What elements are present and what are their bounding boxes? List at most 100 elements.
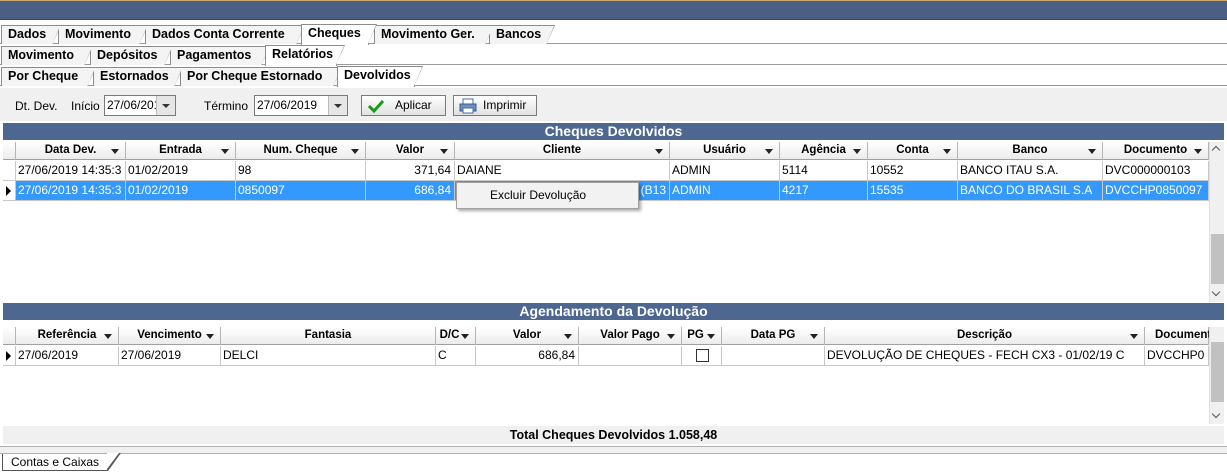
- col-num-cheque[interactable]: Num. Cheque: [236, 142, 366, 160]
- col-fantasia[interactable]: Fantasia: [221, 327, 436, 345]
- cell-dc: C: [436, 346, 476, 366]
- tab-movimento[interactable]: Movimento: [58, 25, 148, 45]
- scroll-thumb[interactable]: [1211, 234, 1224, 284]
- col-data-pg[interactable]: Data PG: [722, 327, 825, 345]
- sort-arrow-icon: [440, 149, 448, 154]
- cell-num-cheque: 98: [236, 161, 366, 181]
- cell-entrada: 01/02/2019: [126, 181, 236, 201]
- sort-arrow-icon: [111, 149, 119, 154]
- scroll-thumb[interactable]: [1211, 342, 1224, 402]
- printer-icon: [459, 98, 477, 114]
- sort-arrow-icon: [765, 149, 773, 154]
- tab-estornados[interactable]: Estornados: [93, 67, 183, 87]
- col-valor[interactable]: Valor: [366, 142, 455, 160]
- cell-valor: 371,64: [366, 161, 455, 181]
- col-documento-agend[interactable]: Document: [1145, 327, 1209, 345]
- total-cheques-devolvidos: Total Cheques Devolvidos 1.058,48: [3, 426, 1224, 444]
- cell-agencia: 5114: [780, 161, 868, 181]
- sort-arrow-icon: [667, 334, 675, 339]
- inicio-dropdown-icon[interactable]: [156, 96, 175, 115]
- cell-documento: DVCCHP0850097: [1103, 181, 1209, 201]
- cell-cliente: DAIANE: [455, 161, 670, 181]
- sort-arrow-icon: [461, 334, 469, 339]
- cell-usuario: ADMIN: [670, 181, 780, 201]
- devolvidos-scrollbar[interactable]: [1209, 142, 1224, 302]
- termino-label: Término: [204, 99, 249, 113]
- sort-arrow-icon: [707, 334, 715, 339]
- row-indicator-icon: [6, 351, 11, 361]
- tab-por-cheque-estornado[interactable]: Por Cheque Estornado: [180, 67, 342, 87]
- tab-devolvidos[interactable]: Devolvidos: [337, 66, 423, 87]
- cell-valor: 686,84: [366, 181, 455, 201]
- scroll-down-icon[interactable]: [1210, 287, 1225, 302]
- tab-pagamentos[interactable]: Pagamentos: [170, 46, 270, 66]
- cell-data-dev: 27/06/2019 14:35:3: [16, 181, 126, 201]
- col-entrada[interactable]: Entrada: [126, 142, 236, 160]
- termino-dropdown-icon[interactable]: [328, 96, 347, 115]
- tab-dados[interactable]: Dados: [1, 25, 61, 45]
- cell-documento: DVCCHP0: [1145, 346, 1209, 366]
- agendamento-scrollbar[interactable]: [1209, 327, 1224, 424]
- tab-movimento-ger[interactable]: Movimento Ger.: [374, 25, 494, 45]
- col-conta[interactable]: Conta: [868, 142, 958, 160]
- tab-depositos[interactable]: Depósitos: [90, 46, 173, 66]
- main-tab-row: Dados Movimento Dados Conta Corrente Che…: [0, 23, 1227, 45]
- tab-dados-conta-corrente[interactable]: Dados Conta Corrente: [145, 25, 305, 45]
- cell-data-dev: 27/06/2019 14:35:3: [16, 161, 126, 181]
- col-vencimento[interactable]: Vencimento: [119, 327, 221, 345]
- scroll-up-icon[interactable]: [1210, 142, 1225, 157]
- col-data-dev[interactable]: Data Dev.: [16, 142, 126, 160]
- cell-pg: [682, 346, 722, 366]
- col-dc[interactable]: D/C: [436, 327, 476, 345]
- title-bar: [0, 0, 1227, 20]
- agendamento-header: Agendamento da Devolução: [3, 303, 1224, 320]
- imprimir-button[interactable]: Imprimir: [453, 95, 537, 116]
- table-row[interactable]: 27/06/2019 27/06/2019 DELCI C 686,84 DEV…: [3, 346, 1209, 366]
- checkmark-icon: [368, 99, 384, 113]
- sort-arrow-icon: [564, 334, 572, 339]
- cell-banco: BANCO DO BRASIL S.A: [958, 181, 1103, 201]
- cell-fantasia: DELCI: [221, 346, 436, 366]
- agendamento-grid-header: Referência Vencimento Fantasia D/C Valor…: [3, 327, 1209, 345]
- cell-agencia: 4217: [780, 181, 868, 201]
- devolvidos-grid-header: Data Dev. Entrada Num. Cheque Valor Clie…: [3, 142, 1209, 160]
- col-usuario[interactable]: Usuário: [670, 142, 780, 160]
- tab-sub-movimento[interactable]: Movimento: [1, 46, 93, 66]
- sort-arrow-icon: [1194, 149, 1202, 154]
- imprimir-label: Imprimir: [483, 98, 527, 112]
- cell-banco: BANCO ITAU S.A.: [958, 161, 1103, 181]
- col-descricao[interactable]: Descrição: [825, 327, 1145, 345]
- cell-data-pg: [722, 346, 825, 366]
- pg-checkbox[interactable]: [696, 349, 709, 362]
- termino-date-input[interactable]: 27/06/2019: [254, 95, 348, 116]
- termino-date-value: 27/06/2019: [257, 98, 318, 112]
- sort-arrow-icon: [104, 334, 112, 339]
- sort-arrow-icon: [810, 334, 818, 339]
- agendamento-grid[interactable]: Referência Vencimento Fantasia D/C Valor…: [3, 327, 1209, 424]
- tab-por-cheque[interactable]: Por Cheque: [1, 67, 96, 87]
- sort-arrow-icon: [655, 149, 663, 154]
- cheques-devolvidos-header: Cheques Devolvidos: [3, 123, 1224, 140]
- col-agencia[interactable]: Agência: [780, 142, 868, 160]
- cell-conta: 10552: [868, 161, 958, 181]
- col-banco[interactable]: Banco: [958, 142, 1103, 160]
- col-cliente[interactable]: Cliente: [455, 142, 670, 160]
- col-valor-pago[interactable]: Valor Pago: [579, 327, 682, 345]
- sub-tab-row: Movimento Depósitos Pagamentos Relatório…: [0, 44, 1227, 66]
- inicio-date-input[interactable]: 27/06/2019: [104, 95, 176, 116]
- col-referencia[interactable]: Referência: [16, 327, 119, 345]
- col-valor-agend[interactable]: Valor: [476, 327, 579, 345]
- scroll-down-icon[interactable]: [1210, 409, 1225, 424]
- tab-cheques[interactable]: Cheques: [301, 24, 377, 45]
- table-row[interactable]: 27/06/2019 14:35:3 01/02/2019 98 371,64 …: [3, 161, 1209, 181]
- col-pg[interactable]: PG: [682, 327, 722, 345]
- context-menu-excluir-devolucao[interactable]: Excluir Devolução: [490, 188, 586, 202]
- tab-relatorios[interactable]: Relatórios: [265, 45, 345, 66]
- aplicar-button[interactable]: Aplicar: [361, 95, 446, 116]
- cheques-devolvidos-grid[interactable]: Data Dev. Entrada Num. Cheque Valor Clie…: [3, 142, 1209, 302]
- tab-contas-e-caixas[interactable]: Contas e Caixas: [2, 453, 122, 471]
- cell-valor-pago: [579, 346, 682, 366]
- tab-bancos[interactable]: Bancos: [489, 25, 555, 45]
- col-documento[interactable]: Documento: [1103, 142, 1209, 160]
- cell-valor: 686,84: [476, 346, 579, 366]
